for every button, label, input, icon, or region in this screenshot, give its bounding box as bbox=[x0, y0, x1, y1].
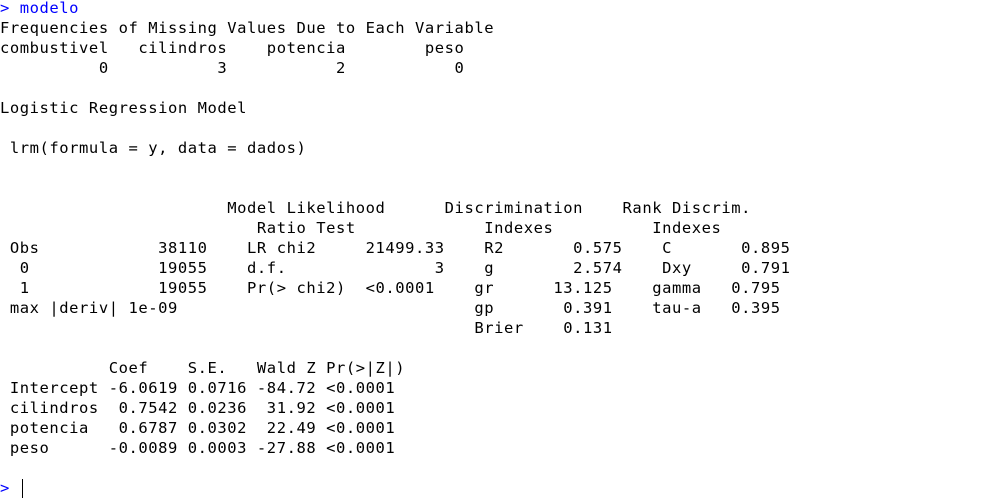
console-output-line: 0 3 2 0 bbox=[0, 59, 465, 77]
console-output-line: Model Likelihood Discrimination Rank Dis… bbox=[0, 199, 791, 217]
r-console[interactable]: > modelo Frequencies of Missing Values Du… bbox=[0, 0, 984, 504]
console-output-line: 1 19055 Pr(> chi2) <0.0001 gr 13.125 gam… bbox=[0, 279, 821, 297]
console-output-line: peso -0.0089 0.0003 -27.88 <0.0001 bbox=[0, 439, 406, 457]
console-output-line: lrm(formula = y, data = dados) bbox=[0, 139, 307, 157]
console-output-line: Frequencies of Missing Values Due to Eac… bbox=[0, 19, 495, 37]
console-output-line: combustivel cilindros potencia peso bbox=[0, 39, 465, 57]
console-output-line: potencia 0.6787 0.0302 22.49 <0.0001 bbox=[0, 419, 406, 437]
console-output-line: Logistic Regression Model bbox=[0, 99, 248, 117]
text-caret bbox=[22, 479, 23, 498]
console-output-line: 0 19055 d.f. 3 g 2.574 Dxy 0.791 bbox=[0, 259, 831, 277]
console-output-line: max |deriv| 1e-09 gp 0.391 tau-a 0.395 bbox=[0, 299, 821, 317]
console-prompt-line: > modelo bbox=[0, 0, 80, 17]
console-output-line: Intercept -6.0619 0.0716 -84.72 <0.0001 bbox=[0, 379, 406, 397]
console-output-line: Obs 38110 LR chi2 21499.33 R2 0.575 C 0.… bbox=[0, 239, 831, 257]
console-output-line: cilindros 0.7542 0.0236 31.92 <0.0001 bbox=[0, 399, 406, 417]
console-prompt-line[interactable]: > bbox=[0, 478, 20, 498]
console-output-line: Coef S.E. Wald Z Pr(>|Z|) bbox=[0, 359, 406, 377]
console-output-line: Brier 0.131 bbox=[0, 319, 821, 337]
console-output-line: Ratio Test Indexes Indexes bbox=[0, 219, 791, 237]
